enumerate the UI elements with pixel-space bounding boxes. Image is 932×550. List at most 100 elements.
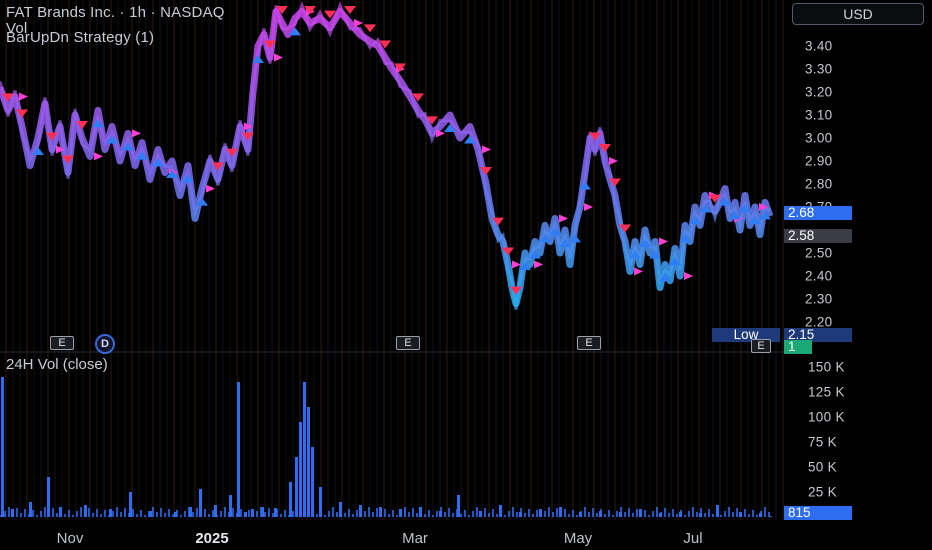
- volume-bar: [652, 511, 654, 517]
- volume-bar: [168, 509, 170, 517]
- dividend-marker[interactable]: D: [95, 334, 115, 354]
- volume-bar: [540, 515, 542, 517]
- price-tick-label: 2.90: [805, 153, 833, 169]
- volume-bar: [40, 511, 42, 517]
- flag-marker: [609, 157, 618, 165]
- time-tick-label: Nov: [56, 530, 84, 547]
- volume-bar: [224, 507, 226, 517]
- volume-bar: [696, 512, 698, 517]
- volume-bar: [128, 513, 130, 517]
- volume-bar: [356, 510, 358, 517]
- volume-bar: [112, 511, 114, 517]
- volume-bar: [568, 514, 570, 517]
- volume-bar: [592, 508, 594, 517]
- strategy-legend[interactable]: BarUpDn Strategy (1): [6, 29, 154, 46]
- volume-bar: [316, 514, 318, 517]
- volume-bar: [676, 514, 678, 517]
- volume-bar: [752, 510, 754, 517]
- volume-bar: [348, 509, 350, 517]
- volume-bar: [340, 508, 342, 517]
- volume-bar: [412, 508, 414, 517]
- volume-tick-label: 50 K: [808, 459, 837, 475]
- volume-bar: [92, 513, 94, 517]
- volume-bar: [96, 509, 98, 517]
- volume-bar: [420, 509, 422, 517]
- volume-bar: [552, 512, 554, 517]
- flag-marker: [584, 203, 593, 211]
- volume-bar: [588, 512, 590, 517]
- volume-bar: [44, 507, 46, 517]
- volume-bar: [252, 515, 254, 517]
- volume-bar: [544, 511, 546, 517]
- volume-bar: [84, 512, 86, 517]
- volume-bar: [436, 511, 438, 517]
- volume-bar: [636, 509, 638, 517]
- volume-bar: [620, 507, 622, 517]
- volume-bar: [0, 515, 2, 517]
- volume-bar: [432, 515, 434, 517]
- volume-bar: [452, 513, 454, 517]
- volume-bar: [672, 509, 674, 517]
- volume-bar: [264, 512, 266, 517]
- volume-bar: [88, 508, 90, 517]
- volume-bar: [232, 508, 234, 517]
- volume-bar: [80, 507, 82, 517]
- volume-value-tag: 1: [784, 340, 812, 354]
- volume-bar: [192, 512, 194, 517]
- volume-bar: [548, 507, 550, 517]
- volume-bar: [416, 513, 418, 517]
- volume-bar: [140, 510, 142, 517]
- volume-bar: [320, 510, 322, 517]
- flag-marker: [354, 19, 363, 27]
- volume-bar: [640, 514, 642, 517]
- volume-bar: [628, 508, 630, 517]
- price-tick-label: 3.00: [805, 130, 833, 146]
- volume-bar: [508, 511, 510, 517]
- volume-bar: [732, 512, 734, 517]
- time-tick-label: Mar: [402, 530, 428, 547]
- volume-bar: [364, 511, 366, 517]
- earnings-marker[interactable]: E: [751, 339, 771, 353]
- earnings-marker[interactable]: E: [577, 336, 601, 350]
- volume-bar: [52, 508, 54, 517]
- volume-bar: [764, 507, 766, 517]
- volume-bar: [344, 513, 346, 517]
- volume-bar: [748, 514, 750, 517]
- earnings-marker[interactable]: E: [396, 336, 420, 350]
- volume-bar: [604, 514, 606, 517]
- volume-bar: [120, 512, 122, 517]
- volume-bar: [48, 512, 50, 517]
- time-tick-label: 2025: [195, 530, 229, 547]
- volume-bar: [148, 511, 150, 517]
- volume-bar: [644, 510, 646, 517]
- volume-bar: [236, 513, 238, 517]
- volume-bar: [516, 512, 518, 517]
- volume-bar: [312, 509, 314, 517]
- chart-canvas[interactable]: [0, 0, 932, 550]
- volume-bar: [336, 512, 338, 517]
- volume-bar: [472, 511, 474, 517]
- volume-bar: [24, 509, 26, 517]
- volume-tick-label: 100 K: [808, 409, 845, 425]
- volume-bar: [512, 507, 514, 517]
- volume-bar: [332, 507, 334, 517]
- volume-bar: [580, 511, 582, 517]
- volume-bar: [307, 407, 310, 517]
- volume-bar: [520, 508, 522, 517]
- volume-bar: [72, 515, 74, 517]
- volume-bar: [292, 511, 294, 517]
- currency-button[interactable]: USD: [792, 3, 924, 25]
- sell-arrow: [344, 6, 356, 14]
- volume-bar: [632, 513, 634, 517]
- volume-bar: [289, 482, 292, 517]
- volume-bar: [564, 509, 566, 517]
- earnings-marker[interactable]: E: [50, 336, 74, 350]
- volume-bar: [64, 514, 66, 517]
- volume-tick-label: 150 K: [808, 359, 845, 375]
- volume-bar: [1, 377, 4, 517]
- price-line: [0, 8, 774, 308]
- volume-bar: [8, 507, 10, 517]
- volume-bar: [380, 513, 382, 517]
- volume-bar: [300, 512, 302, 517]
- volume-bar: [392, 510, 394, 517]
